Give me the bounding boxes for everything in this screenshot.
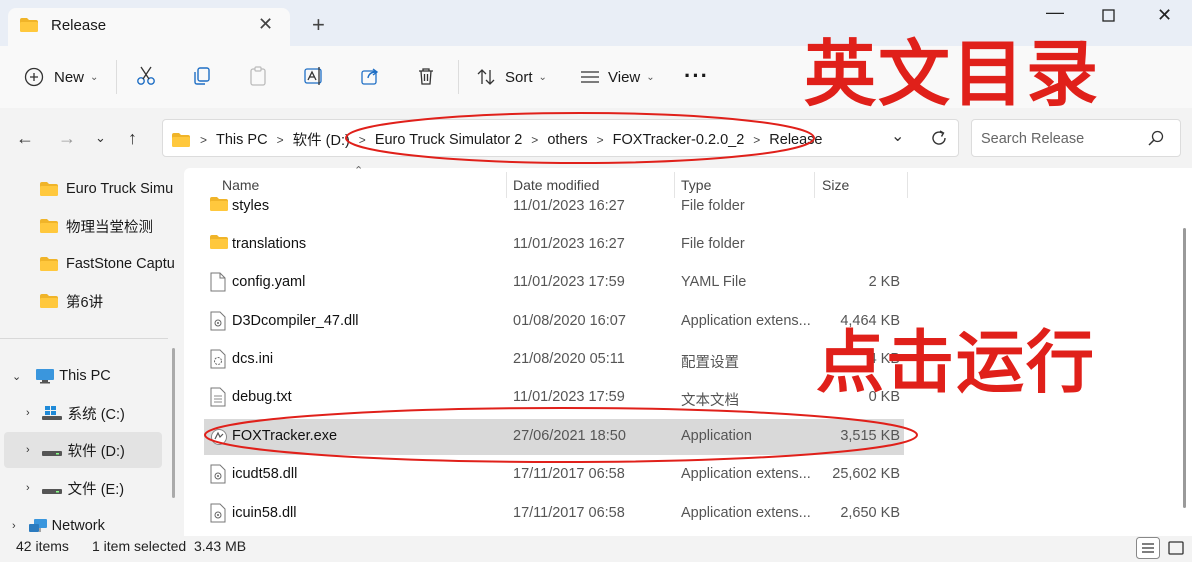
- file-highlight-ellipse: [204, 407, 918, 463]
- annotation-click-to-run: 点击运行: [816, 324, 1097, 403]
- address-highlight-ellipse: [345, 112, 815, 164]
- annotation-english-directory: 英文目录: [804, 32, 1101, 116]
